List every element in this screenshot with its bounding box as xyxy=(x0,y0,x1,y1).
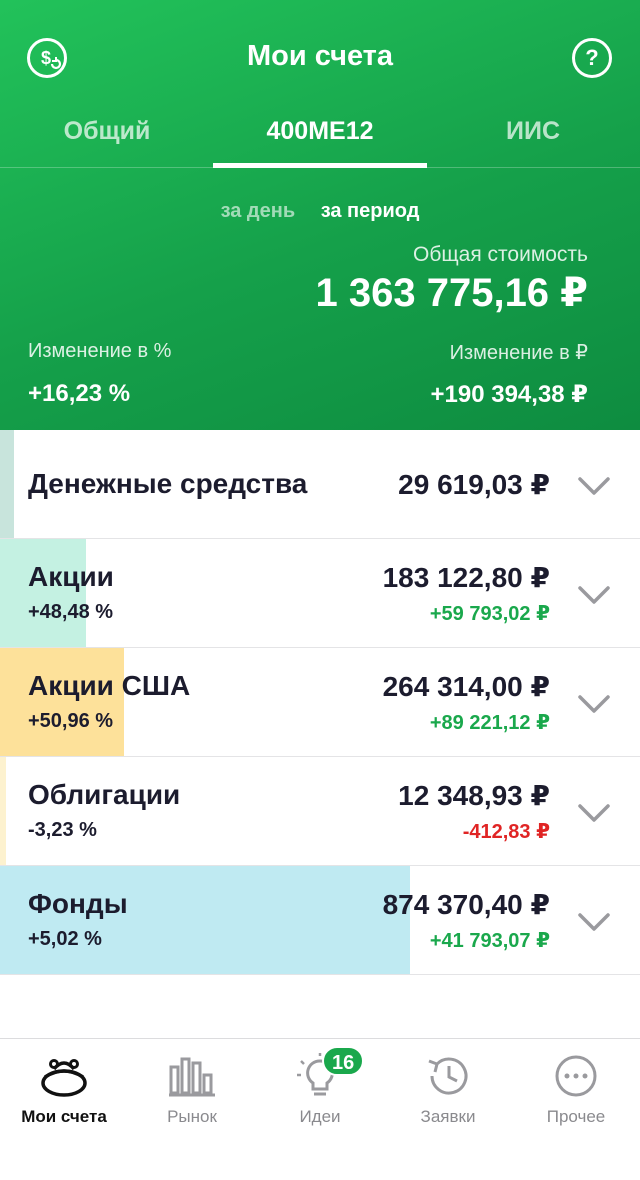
asset-change-pct: +5,02 % xyxy=(28,928,102,950)
wallet-icon xyxy=(41,1059,87,1097)
tabbar-label: Прочее xyxy=(546,1107,606,1126)
allocation-bar xyxy=(0,539,86,647)
asset-amount: 264 314,00 ₽ xyxy=(382,671,550,702)
tabs-divider xyxy=(0,167,640,168)
ideas-count-badge: 16 xyxy=(322,1046,365,1076)
asset-change-pct: -3,23 % xyxy=(28,819,97,841)
chevron-down-icon[interactable] xyxy=(576,685,612,721)
asset-name: Фонды xyxy=(28,888,128,919)
header: $ Мои счета ? Общий 400МЕ12 ИИС за день … xyxy=(0,0,640,430)
asset-list: Денежные средства 29 619,03 ₽ Акции +48,… xyxy=(0,430,640,975)
asset-change-pct: +50,96 % xyxy=(28,710,114,732)
asset-amount: 12 348,93 ₽ xyxy=(398,780,550,811)
page-title: Мои счета xyxy=(246,40,394,72)
asset-name: Денежные средства xyxy=(28,468,308,499)
more-dots-icon xyxy=(555,1055,597,1097)
allocation-bar xyxy=(0,757,6,865)
allocation-bar xyxy=(0,430,14,538)
period-range[interactable]: за период xyxy=(321,200,420,222)
market-bars-icon xyxy=(169,1057,215,1097)
asset-name: Акции xyxy=(28,561,114,592)
chevron-down-icon[interactable] xyxy=(576,903,612,939)
asset-row-stocks[interactable]: Акции +48,48 % 183 122,80 ₽ +59 793,02 ₽ xyxy=(0,539,640,648)
chevron-down-icon[interactable] xyxy=(576,576,612,612)
asset-amount: 874 370,40 ₽ xyxy=(382,889,550,920)
asset-change-rub: -412,83 ₽ xyxy=(462,821,550,843)
allocation-bar xyxy=(0,866,410,974)
total-label: Общая стоимость xyxy=(413,243,588,266)
asset-change-rub: +59 793,02 ₽ xyxy=(429,603,550,625)
change-rub-value: +190 394,38 ₽ xyxy=(430,381,589,408)
total-value: 1 363 775,16 ₽ xyxy=(315,271,589,315)
chevron-down-icon[interactable] xyxy=(576,794,612,830)
change-pct-value: +16,23 % xyxy=(28,380,131,407)
tabbar-label: Идеи xyxy=(299,1107,341,1126)
tabbar-more[interactable]: Прочее xyxy=(512,1053,640,1143)
period-day[interactable]: за день xyxy=(221,200,296,222)
asset-row-us-stocks[interactable]: Акции США +50,96 % 264 314,00 ₽ +89 221,… xyxy=(0,648,640,757)
help-icon[interactable]: ? xyxy=(572,38,612,78)
allocation-bar xyxy=(0,648,124,756)
tabbar-label: Рынок xyxy=(167,1107,217,1126)
history-clock-icon xyxy=(428,1057,468,1095)
asset-amount: 183 122,80 ₽ xyxy=(382,562,550,593)
asset-row-cash[interactable]: Денежные средства 29 619,03 ₽ xyxy=(0,430,640,539)
tabbar-label: Заявки xyxy=(420,1107,476,1126)
bottom-tab-bar: Мои счета Рынок 16 Идеи Заявки Прочее xyxy=(0,1038,640,1180)
asset-row-bonds[interactable]: Облигации -3,23 % 12 348,93 ₽ -412,83 ₽ xyxy=(0,757,640,866)
asset-row-funds[interactable]: Фонды +5,02 % 874 370,40 ₽ +41 793,07 ₽ xyxy=(0,866,640,975)
asset-name: Облигации xyxy=(28,779,181,810)
period-switch: за день за период xyxy=(0,200,640,223)
change-pct-label: Изменение в % xyxy=(28,340,172,362)
asset-amount: 29 619,03 ₽ xyxy=(398,469,550,500)
tab-iis[interactable]: ИИС xyxy=(426,112,640,168)
asset-change-rub: +89 221,12 ₽ xyxy=(429,712,550,734)
asset-name: Акции США xyxy=(28,670,191,701)
tabbar-market[interactable]: Рынок xyxy=(128,1053,256,1143)
tabbar-label: Мои счета xyxy=(21,1107,107,1126)
tabbar-orders[interactable]: Заявки xyxy=(384,1053,512,1143)
tab-400me12[interactable]: 400МЕ12 xyxy=(213,112,427,168)
chevron-down-icon[interactable] xyxy=(576,467,612,503)
account-tabs: Общий 400МЕ12 ИИС xyxy=(0,112,640,168)
tabbar-ideas[interactable]: 16 Идеи xyxy=(256,1046,384,1143)
asset-change-pct: +48,48 % xyxy=(28,601,114,623)
tabbar-my-accounts[interactable]: Мои счета xyxy=(0,1053,128,1143)
help-symbol: ? xyxy=(585,45,599,70)
change-rub-label: Изменение в ₽ xyxy=(449,342,588,364)
tab-general[interactable]: Общий xyxy=(0,112,214,168)
asset-change-rub: +41 793,07 ₽ xyxy=(429,930,550,952)
